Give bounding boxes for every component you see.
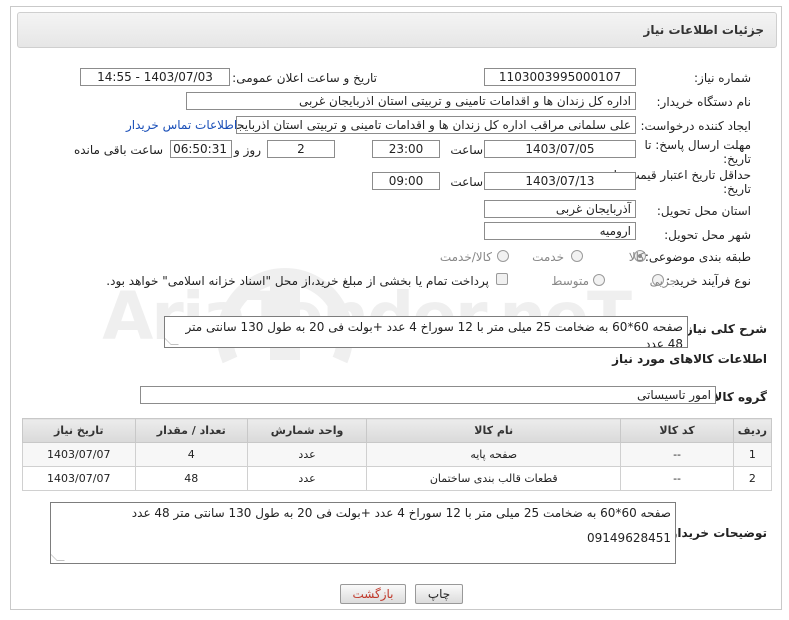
col-date-header: تاریخ نیاز (22, 418, 136, 443)
row-index: 1 (732, 442, 773, 467)
validity-time-label: ساعت (450, 175, 483, 189)
buyer-org-label: نام دستگاه خریدار: (656, 95, 752, 109)
validity-date-field: 1403/07/13 (484, 172, 636, 190)
summary-text: صفحه 60*60 به ضخامت 25 میلی متر با 12 سو… (185, 320, 683, 348)
remaining-time-field: 06:50:31 (170, 140, 232, 158)
category-radio-goods-service[interactable] (497, 250, 509, 262)
row-unit: عدد (246, 442, 368, 467)
province-label: استان محل تحویل: (656, 204, 751, 218)
row-name: صفحه پایه (366, 442, 622, 467)
creator-field: علی سلمانی مراقب اداره کل زندان ها و اقد… (236, 116, 636, 134)
row-date: 1403/07/07 (22, 466, 136, 491)
category-goods-service-label: کالا/خدمت (439, 250, 492, 264)
row-date: 1403/07/07 (22, 442, 136, 467)
resize-grip-icon[interactable] (51, 553, 65, 561)
deadline-label: مهلت ارسال پاسخ: تا (644, 138, 751, 152)
deadline-time-label: ساعت (450, 143, 483, 157)
creator-label: ایجاد کننده درخواست: (640, 119, 751, 133)
need-number-label: شماره نیاز: (694, 71, 751, 85)
purchase-radio-medium[interactable] (593, 274, 605, 286)
province-field: آذربایجان غربی (484, 200, 636, 218)
table-row: 1 -- صفحه پایه عدد 4 1403/07/07 (22, 442, 773, 467)
days-label: روز و (234, 143, 261, 157)
deadline-time-field: 23:00 (372, 140, 440, 158)
row-code: -- (620, 466, 734, 491)
treasury-checkbox[interactable] (496, 273, 508, 285)
col-code-header: کد کالا (620, 418, 734, 443)
announce-field: 1403/07/03 - 14:55 (80, 68, 230, 86)
remaining-label: ساعت باقی مانده (73, 143, 163, 157)
city-field: ارومیه (484, 222, 636, 240)
print-button[interactable]: چاپ (415, 584, 463, 604)
row-qty: 4 (134, 442, 248, 467)
row-index: 2 (732, 466, 773, 491)
col-qty-header: تعداد / مقدار (134, 418, 248, 443)
buyer-notes-phone: 09149628451 (587, 531, 671, 545)
announce-label: تاریخ و ساعت اعلان عمومی: (232, 71, 377, 85)
col-row-header: ردیف (732, 418, 773, 443)
goods-table: ردیف کد کالا نام کالا واحد شمارش تعداد /… (22, 418, 773, 491)
purchase-medium-label: متوسط (551, 274, 589, 288)
row-unit: عدد (246, 466, 368, 491)
treasury-note: پرداخت تمام یا بخشی از مبلغ خرید،از محل … (106, 274, 489, 288)
panel-title: جزئیات اطلاعات نیاز (643, 23, 764, 37)
deadline-label-date: تاریخ: (723, 152, 751, 166)
purchase-minor-label: جزیی (649, 274, 677, 288)
table-header-row: ردیف کد کالا نام کالا واحد شمارش تعداد /… (22, 418, 773, 443)
goods-section-title: اطلاعات کالاهای مورد نیاز (612, 352, 767, 366)
need-number-field: 1103003995000107 (484, 68, 636, 86)
days-remaining-field: 2 (267, 140, 335, 158)
row-name: قطعات قالب بندی ساختمان (366, 466, 622, 491)
city-label: شهر محل تحویل: (664, 228, 751, 242)
buyer-notes-field: صفحه 60*60 به ضخامت 25 میلی متر با 12 سو… (50, 502, 676, 564)
buyer-org-field: اداره کل زندان ها و اقدامات تامینی و ترب… (186, 92, 636, 110)
goods-group-label: گروه کالا: (708, 390, 767, 404)
goods-group-field: امور تاسیساتی (140, 386, 716, 404)
row-code: -- (620, 442, 734, 467)
summary-field: صفحه 60*60 به ضخامت 25 میلی متر با 12 سو… (164, 316, 688, 348)
purchase-type-label: نوع فرآیند خرید : (666, 274, 751, 288)
category-goods-label: کالا (628, 250, 645, 264)
summary-label: شرح کلی نیاز: (681, 322, 767, 336)
buyer-notes-label: توضیحات خریدار: (665, 526, 767, 540)
category-radio-service[interactable] (571, 250, 583, 262)
table-row: 2 -- قطعات قالب بندی ساختمان عدد 48 1403… (22, 466, 773, 491)
buyer-contact-link[interactable]: اطلاعات تماس خریدار (126, 118, 237, 132)
panel-header: جزئیات اطلاعات نیاز (17, 12, 777, 48)
row-qty: 48 (134, 466, 248, 491)
category-service-label: خدمت (532, 250, 564, 264)
category-label: طبقه بندی موضوعی: (644, 250, 751, 264)
deadline-date-field: 1403/07/05 (484, 140, 636, 158)
buyer-notes-line1: صفحه 60*60 به ضخامت 25 میلی متر با 12 سو… (131, 506, 671, 520)
validity-time-field: 09:00 (372, 172, 440, 190)
col-name-header: نام کالا (366, 418, 622, 443)
back-button[interactable]: بازگشت (340, 584, 406, 604)
validity-label-date: تاریخ: (723, 182, 751, 196)
col-unit-header: واحد شمارش (246, 418, 368, 443)
resize-grip-icon[interactable] (165, 337, 179, 345)
